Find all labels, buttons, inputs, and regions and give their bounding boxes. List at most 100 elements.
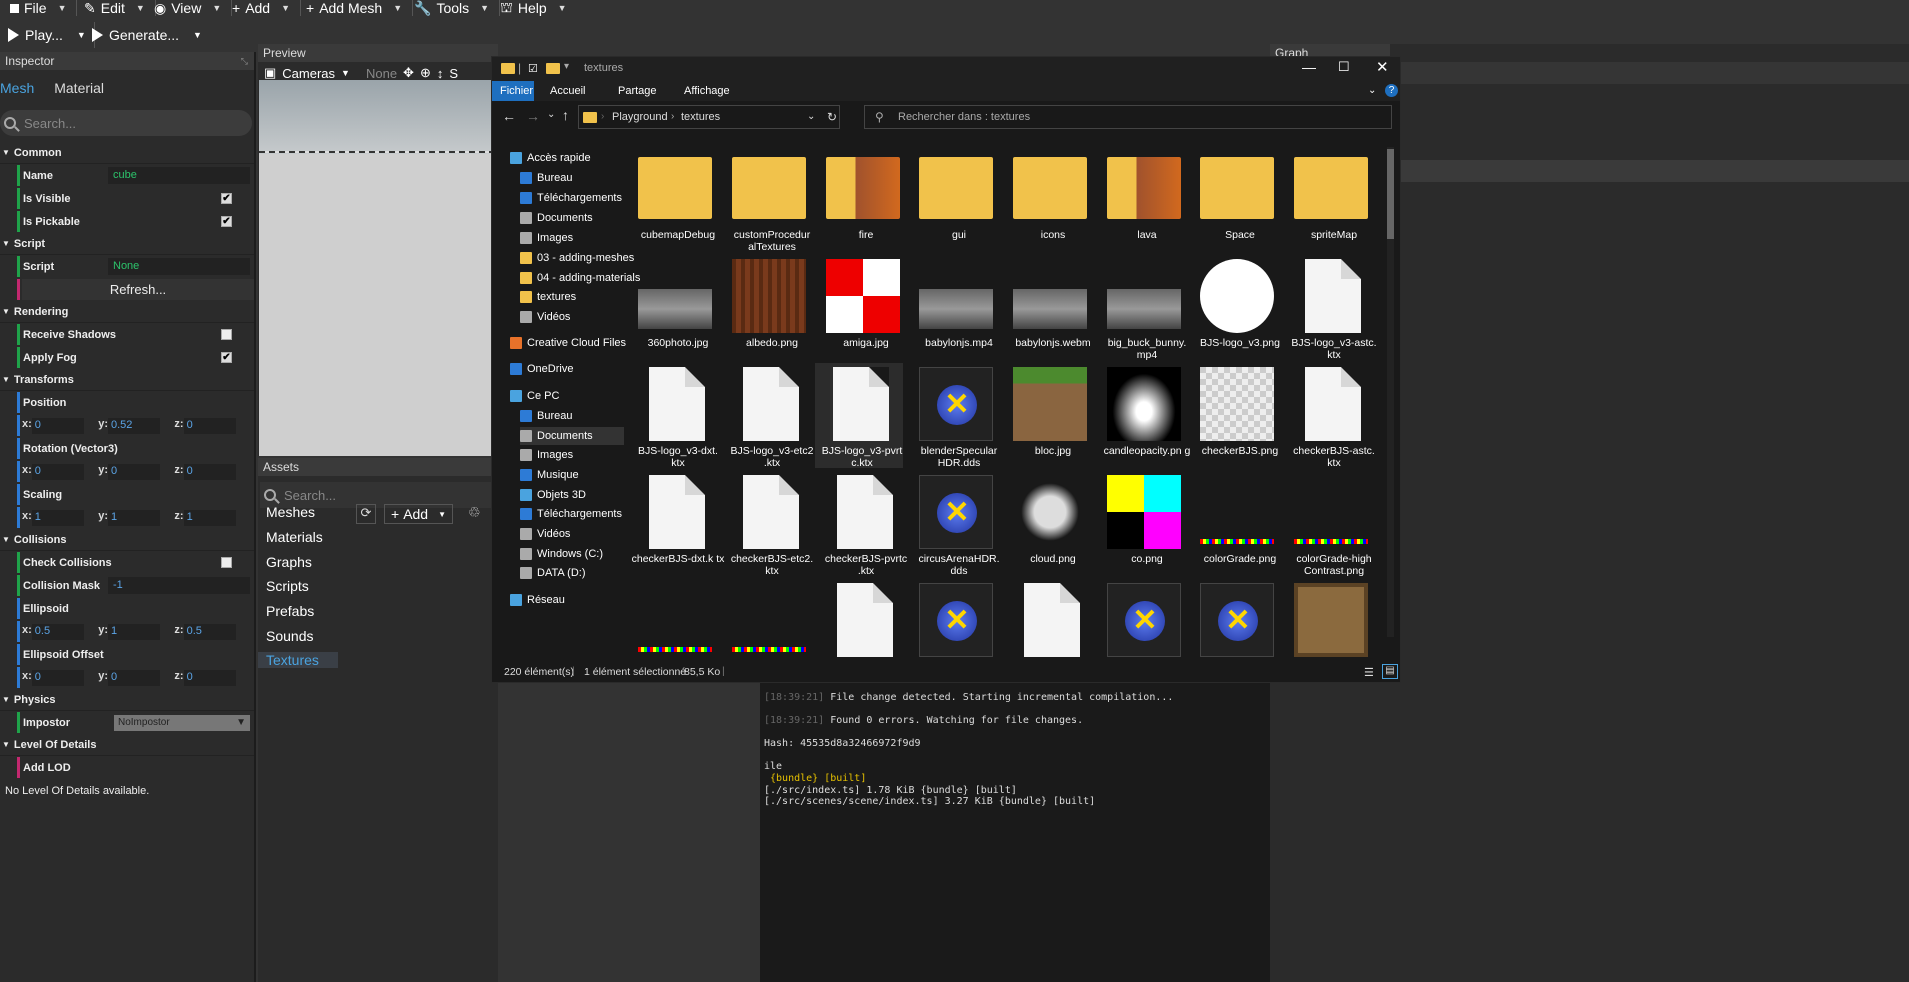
file-item[interactable]: cloud.png — [1006, 471, 1096, 576]
checkbox-icon[interactable]: ☑ — [528, 62, 538, 75]
rotation-z[interactable]: 0 — [183, 463, 236, 480]
back-arrow-icon[interactable]: ← — [502, 108, 516, 124]
nav-item[interactable]: textures — [520, 288, 576, 306]
nav-item[interactable]: Ce PC — [510, 387, 559, 405]
file-item[interactable]: ✕country.dds — [912, 579, 1002, 660]
large-icons-view-icon[interactable]: ▤ — [1382, 664, 1398, 679]
refresh-icon[interactable]: ↻ — [827, 110, 837, 124]
section-rendering[interactable]: ▼ Rendering — [0, 301, 254, 323]
nav-item[interactable]: OneDrive — [510, 360, 573, 378]
file-item[interactable]: BJS-logo_v3-etc2 .ktx — [725, 363, 815, 469]
file-item[interactable]: colorGrade-high Contrast.png — [1287, 471, 1377, 577]
vertical-arrows-icon[interactable]: ↕ — [437, 66, 444, 81]
position-z[interactable]: 0 — [183, 417, 236, 434]
file-item[interactable]: colorGrade-inver — [631, 579, 721, 660]
assets-prefabs[interactable]: Prefabs — [266, 603, 314, 619]
file-item[interactable]: ✕ blenderSpecular HDR.dds — [912, 363, 1002, 469]
nav-item[interactable]: Vidéos — [520, 525, 570, 543]
cameras-dropdown[interactable]: Cameras — [282, 66, 335, 81]
nav-item[interactable]: Documents — [520, 427, 624, 445]
file-item[interactable]: spriteMap — [1287, 147, 1377, 252]
script-field[interactable]: None — [108, 258, 250, 275]
refresh-button[interactable]: Refresh... — [22, 279, 254, 300]
ribbon-tab-fichier[interactable]: Fichier — [492, 81, 534, 101]
receive-shadows-checkbox[interactable] — [221, 329, 232, 340]
file-item[interactable]: customProcedur alTextures — [725, 147, 815, 253]
file-item[interactable]: lava — [1100, 147, 1190, 252]
ellipsoid-y[interactable]: 1 — [107, 623, 161, 640]
nav-item[interactable]: Accès rapide — [510, 149, 591, 167]
file-item[interactable]: checkerBJS.png — [1193, 363, 1283, 468]
assets-sounds[interactable]: Sounds — [266, 628, 313, 644]
help-icon[interactable]: ? — [1385, 84, 1398, 97]
ellipsoid-x[interactable]: 0.5 — [31, 623, 85, 640]
menu-file[interactable]: File ▼ — [0, 0, 78, 16]
position-x[interactable]: 0 — [31, 417, 85, 434]
rotation-y[interactable]: 0 — [107, 463, 161, 480]
ellipsoid-offset-z[interactable]: 0 — [183, 669, 236, 686]
nav-item[interactable]: Bureau — [520, 169, 572, 187]
tab-material[interactable]: Material — [54, 80, 104, 96]
file-item[interactable]: babylonjs.mp4 — [912, 255, 1002, 360]
file-item[interactable]: candleopacity.pn g — [1100, 363, 1190, 468]
none-selector[interactable]: None — [366, 66, 397, 81]
file-item[interactable]: checkerBJS-pvrtc .ktx — [819, 471, 909, 577]
file-item[interactable]: ColorGrading.3D — [819, 579, 909, 660]
nav-item[interactable]: Bureau — [520, 407, 572, 425]
maximize-button[interactable]: ☐ — [1338, 59, 1350, 75]
nav-item[interactable]: Images — [520, 229, 573, 247]
menu-add[interactable]: + Add ▼ — [222, 0, 302, 16]
customize-toolbar-icon[interactable]: ▾ — [564, 61, 569, 72]
file-item[interactable]: albedo.png — [725, 255, 815, 360]
file-item[interactable]: colorGrade-poste — [725, 579, 815, 660]
add-lod-button[interactable]: Add LOD — [23, 762, 71, 774]
file-item[interactable]: BJS-logo_v3.png — [1193, 255, 1283, 360]
section-lod[interactable]: ▼ Level Of Details — [0, 734, 254, 756]
assets-meshes[interactable]: Meshes — [266, 504, 315, 520]
menu-tools[interactable]: 🔧 Tools ▼ — [404, 0, 501, 16]
file-item[interactable]: BJS-logo_v3-astc. ktx — [1287, 255, 1377, 361]
snap-label[interactable]: S — [449, 66, 458, 81]
section-collisions[interactable]: ▼ Collisions — [0, 529, 254, 551]
file-item[interactable]: 360photo.jpg — [631, 255, 721, 360]
file-item[interactable]: checkerBJS-dxt.k tx — [631, 471, 724, 576]
refresh-icon[interactable]: ⟳ — [356, 504, 376, 524]
position-y[interactable]: 0.52 — [107, 417, 161, 434]
minimize-button[interactable]: — — [1302, 59, 1316, 75]
tab-mesh[interactable]: Mesh — [0, 80, 34, 96]
forward-arrow-icon[interactable]: → — [526, 108, 540, 124]
move-icon[interactable]: ✥ — [403, 65, 414, 81]
file-item[interactable]: ✕country.hdr — [1100, 579, 1190, 660]
nav-item[interactable]: Téléchargements — [520, 505, 622, 523]
ellipsoid-offset-y[interactable]: 0 — [107, 669, 161, 686]
file-item[interactable]: icons — [1006, 147, 1096, 252]
nav-item[interactable]: Téléchargements — [520, 189, 622, 207]
file-item[interactable]: checkerBJS-etc2. ktx — [725, 471, 815, 577]
assets-add-button[interactable]: + Add ▼ — [384, 504, 454, 524]
ribbon-tab-partage[interactable]: Partage — [618, 85, 657, 97]
file-item[interactable]: country.env — [1006, 579, 1096, 660]
recent-locations-icon[interactable]: ⌄ — [547, 109, 555, 120]
explorer-search[interactable]: ⚲ Rechercher dans : textures — [864, 105, 1392, 129]
file-item[interactable]: big_buck_bunny. mp4 — [1100, 255, 1190, 361]
file-item[interactable]: crate.png — [1287, 579, 1377, 660]
rotation-x[interactable]: 0 — [31, 463, 85, 480]
details-view-icon[interactable]: ☰ — [1364, 666, 1374, 679]
ribbon-tab-accueil[interactable]: Accueil — [550, 85, 585, 97]
scrollbar-thumb[interactable] — [1387, 149, 1394, 239]
file-item[interactable]: amiga.jpg — [819, 255, 909, 360]
close-button[interactable]: ✕ — [1376, 58, 1389, 76]
address-bar[interactable]: › Playground › textures ⌄ ↻ — [578, 105, 840, 129]
new-folder-icon[interactable] — [546, 63, 560, 74]
nav-item[interactable]: Objets 3D — [520, 486, 586, 504]
section-common[interactable]: ▼ Common — [0, 142, 254, 164]
file-item[interactable]: ✕ circusArenaHDR. dds — [912, 471, 1002, 577]
file-item[interactable]: co.png — [1100, 471, 1190, 576]
assets-textures[interactable]: Textures — [258, 652, 338, 668]
is-visible-checkbox[interactable]: ✔ — [221, 193, 232, 204]
nav-item[interactable]: 03 - adding-meshes — [520, 249, 634, 267]
section-physics[interactable]: ▼ Physics — [0, 689, 254, 711]
file-item[interactable]: ✕countrySpecular — [1193, 579, 1283, 660]
ellipsoid-z[interactable]: 0.5 — [183, 623, 236, 640]
file-item[interactable]: BJS-logo_v3-pvrt c.ktx — [815, 363, 903, 469]
